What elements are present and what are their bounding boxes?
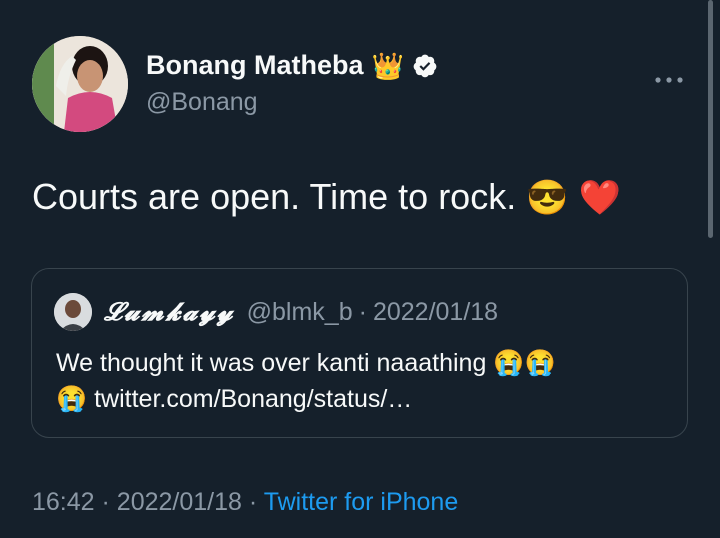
crying-emoji-2: 😭 (524, 349, 556, 377)
footer-separator-2: · (248, 488, 258, 516)
author-name-row: Bonang Matheba 👑 (146, 50, 438, 81)
tweet-source-link[interactable]: Twitter for iPhone (264, 488, 459, 516)
quote-text: We thought it was over kanti naaathing 😭… (56, 345, 676, 417)
sunglasses-emoji: 😎 (526, 179, 569, 217)
author-name[interactable]: Bonang Matheba (146, 50, 364, 81)
crying-emoji-3: 😭 (56, 385, 88, 413)
quote-separator: · (358, 298, 367, 326)
quote-line-1: We thought it was over kanti naaathing 😭… (56, 345, 676, 381)
quote-date[interactable]: 2022/01/18 (373, 298, 498, 327)
tweet-time[interactable]: 16:42 (32, 488, 95, 516)
quote-header: 𝓛𝓾𝓶𝓴𝓪𝔂𝔂 @blmk_b · 2022/01/18 (104, 297, 498, 327)
quote-link[interactable]: twitter.com/Bonang/status/… (94, 385, 412, 413)
avatar-photo (32, 36, 128, 132)
heart-emoji: ❤️ (578, 179, 621, 217)
quote-author-handle[interactable]: @blmk_b (247, 298, 353, 327)
more-horizontal-icon[interactable] (654, 64, 684, 90)
author-handle[interactable]: @Bonang (146, 88, 258, 117)
quote-tweet-card[interactable]: 𝓛𝓾𝓶𝓴𝓪𝔂𝔂 @blmk_b · 2022/01/18 We thought … (31, 268, 688, 438)
scrollbar[interactable] (708, 0, 713, 238)
tweet-date[interactable]: 2022/01/18 (117, 488, 242, 516)
crying-emoji-1: 😭 (493, 349, 525, 377)
crown-emoji: 👑 (371, 50, 404, 81)
author-avatar[interactable] (32, 36, 128, 132)
verified-badge-icon (413, 54, 437, 77)
tweet-footer: 16:42 · 2022/01/18 · Twitter for iPhone (32, 488, 458, 517)
quote-line-2: 😭 twitter.com/Bonang/status/… (56, 381, 676, 417)
quote-body: We thought it was over kanti naaathing (56, 349, 487, 377)
quote-avatar-photo (54, 293, 92, 331)
quote-author-name[interactable]: 𝓛𝓾𝓶𝓴𝓪𝔂𝔂 (104, 297, 235, 327)
footer-separator-1: · (101, 488, 110, 516)
tweet-text: Courts are open. Time to rock. 😎 ❤️ (32, 176, 621, 218)
quote-author-avatar (54, 293, 92, 331)
tweet-body: Courts are open. Time to rock. (32, 176, 517, 217)
